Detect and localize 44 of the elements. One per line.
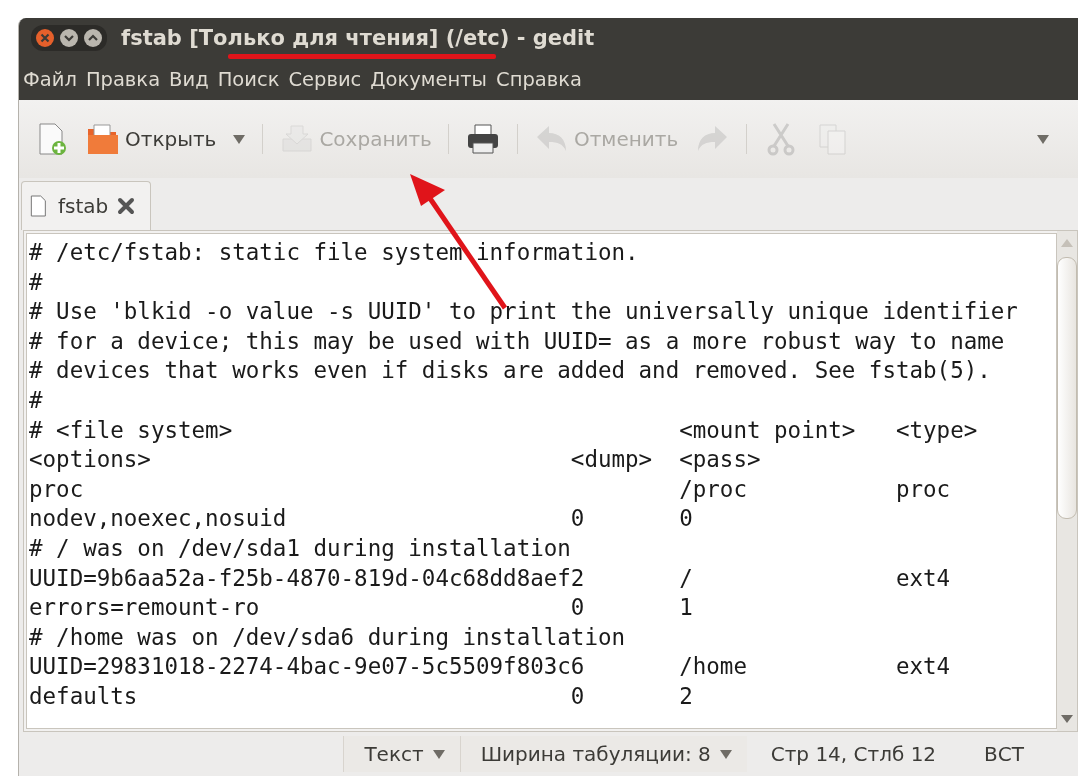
code-line: # /home was on /dev/sda6 during installation (29, 622, 627, 652)
close-button[interactable] (35, 28, 55, 48)
open-button[interactable]: Открыть (81, 117, 221, 161)
code-line: # devices that works even if disks are added and removed. See fstab(5). (29, 356, 992, 386)
caret-icon (431, 748, 446, 760)
code-line: UUID=9b6aa52a-f25b-4870-819d-04c68dd8aef2 / ext4 (29, 563, 952, 593)
text-editor[interactable] (26, 233, 1057, 729)
code-line: defaults 0 2 (29, 681, 694, 711)
code-line: <options> <dump> <pass> (29, 445, 762, 475)
code-line: # for a device; this may be used with UUID= as a more robust way to name (29, 326, 1006, 356)
scrollbar[interactable] (1057, 231, 1077, 731)
code-line: errors=remount-ro 0 1 (29, 593, 694, 623)
tab-width-dropdown[interactable]: Ширина табуляции: 8 (459, 736, 747, 772)
folder-icon (85, 121, 121, 157)
cursor-position: Стр 14, Стлб 12 (769, 742, 938, 766)
menu-item[interactable]: Справка (496, 67, 589, 91)
code-line: # / was on /dev/sda1 during installation (29, 533, 572, 563)
minimize-button[interactable] (59, 28, 79, 48)
menu-item[interactable]: Документы (370, 67, 494, 91)
caret-icon (1036, 133, 1050, 145)
scroll-down-icon (1060, 713, 1074, 725)
code-line: UUID=29831018-2274-4bac-9e07-5c5509f803c6 /home ext4 (29, 652, 952, 682)
code-line: # (29, 385, 44, 415)
code-line: nodev,noexec,nosuid 0 0 (29, 504, 694, 534)
scroll-up-icon (1060, 237, 1074, 249)
code-line: proc /proc proc (29, 474, 952, 504)
code-line: # <file system> <mount point> <type> (29, 415, 979, 445)
caret-icon (232, 133, 247, 145)
code-line: # (29, 267, 44, 297)
code-line: # /etc/fstab: static file system information. (29, 238, 640, 267)
menu-item[interactable]: Файл (23, 67, 84, 91)
close-tab-icon[interactable] (116, 196, 137, 216)
menu-item[interactable]: Правка (85, 67, 168, 91)
menu-item[interactable]: Поиск (217, 67, 287, 91)
maximize-button[interactable] (83, 28, 103, 48)
code-line: # Use 'blkid -o value -s UUID' to print the universally unique identifier (29, 297, 1019, 327)
menu-item[interactable]: Вид (169, 67, 216, 91)
menu-item[interactable]: Сервис (288, 67, 369, 91)
document-tab[interactable]: fstab (21, 181, 152, 230)
caret-icon (718, 748, 733, 760)
scrollbar-thumb[interactable] (1057, 257, 1077, 519)
window-title: fstab [Только для чтения] (/etc) - gedit (121, 26, 595, 50)
insert-mode: ВСТ (983, 742, 1025, 766)
language-dropdown[interactable]: Текст (343, 736, 460, 772)
